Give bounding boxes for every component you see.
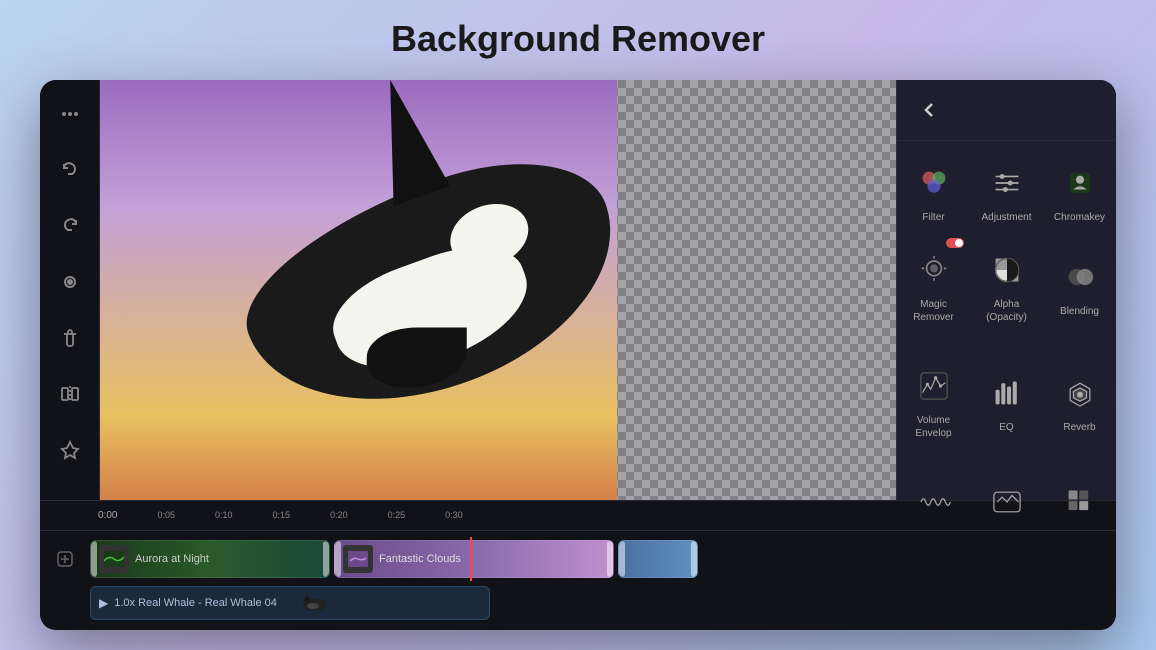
chromakey-icon	[1058, 161, 1102, 205]
eq-label: EQ	[999, 421, 1013, 434]
panel-item-magic-remover[interactable]: MagicRemover	[897, 236, 970, 336]
panel-grid: Filter Adjustment	[897, 141, 1116, 344]
panel-item-eq[interactable]: EQ	[970, 352, 1043, 452]
play-icon: ▶	[99, 596, 108, 610]
filter-label: Filter	[922, 211, 944, 224]
volume-envelop-icon	[912, 364, 956, 408]
panel-item-chromakey[interactable]: Chromakey	[1043, 149, 1116, 236]
audio-clip-whale[interactable]: ▶ 1.0x Real Whale - Real Whale 04	[90, 586, 490, 620]
audio-label: 1.0x Real Whale - Real Whale 04	[114, 597, 277, 609]
clip-handle-left-third[interactable]	[619, 541, 625, 577]
clip-handle-right-fantastic[interactable]	[607, 541, 613, 577]
audio-track-row: ▶ 1.0x Real Whale - Real Whale 04	[40, 583, 1116, 623]
blending-icon	[1058, 255, 1102, 299]
timecode: 0:00	[98, 510, 117, 521]
video-track-row: 0:16:789 Aurora at Night	[40, 537, 1116, 581]
chromakey-label: Chromakey	[1054, 211, 1105, 224]
clip-thumbnail-fantastic	[343, 545, 373, 573]
clip-third[interactable]	[618, 540, 698, 578]
aurora-label: Aurora at Night	[135, 553, 209, 565]
timecode-5: 0:20	[330, 510, 348, 521]
video-clips: 0:16:789 Aurora at Night	[90, 537, 1116, 581]
panel-header	[897, 80, 1116, 141]
canvas-area	[100, 80, 896, 500]
volume-label: VolumeEnvelop	[915, 414, 951, 440]
clip-thumbnail	[99, 545, 129, 573]
keyframe-icon[interactable]	[52, 264, 88, 300]
magic-remover-toggle[interactable]	[946, 238, 964, 248]
split-icon[interactable]	[52, 376, 88, 412]
panel-item-filter[interactable]: Filter	[897, 149, 970, 236]
back-button[interactable]	[913, 94, 945, 126]
page-title: Background Remover	[391, 18, 765, 60]
magic-remover-label: MagicRemover	[913, 298, 954, 324]
reverb-icon	[1058, 371, 1102, 415]
timecode-2: 0:05	[157, 510, 175, 521]
whale-thumbnail	[285, 591, 335, 615]
delete-icon[interactable]	[52, 320, 88, 356]
panel-grid-2: VolumeEnvelop EQ	[897, 344, 1116, 460]
clip-handle-left-fantastic[interactable]	[335, 541, 341, 577]
adjustment-icon	[985, 161, 1029, 205]
clip-fantastic[interactable]: Fantastic Clouds	[334, 540, 614, 578]
panel-item-alpha[interactable]: Alpha(Opacity)	[970, 236, 1043, 336]
reverb-label: Reverb	[1063, 421, 1095, 434]
timecode-3: 0:10	[215, 510, 233, 521]
redo-icon[interactable]	[52, 208, 88, 244]
clip-handle-left[interactable]	[91, 541, 97, 577]
fantastic-label: Fantastic Clouds	[379, 553, 461, 565]
panel-item-blending[interactable]: Blending	[1043, 236, 1116, 336]
clip-handle-right-aurora[interactable]	[323, 541, 329, 577]
timeline-header: 0:00 0:05 0:10 0:15 0:20 0:25 0:30	[40, 501, 1116, 531]
timeline-area: 0:00 0:05 0:10 0:15 0:20 0:25 0:30	[40, 500, 1116, 630]
left-sidebar	[40, 80, 100, 500]
alpha-label: Alpha(Opacity)	[986, 298, 1027, 324]
panel-item-adjustment[interactable]: Adjustment	[970, 149, 1043, 236]
undo-icon[interactable]	[52, 152, 88, 188]
pin-icon[interactable]	[52, 432, 88, 468]
timecode-6: 0:25	[388, 510, 406, 521]
clip-aurora[interactable]: Aurora at Night	[90, 540, 330, 578]
filter-icon	[912, 161, 956, 205]
adjustment-label: Adjustment	[981, 211, 1031, 224]
track-add-btn[interactable]	[40, 549, 90, 569]
panel-item-volume[interactable]: VolumeEnvelop	[897, 352, 970, 452]
right-panel: Filter Adjustment	[896, 80, 1116, 500]
top-area: Filter Adjustment	[40, 80, 1116, 500]
more-options-icon[interactable]	[52, 96, 88, 132]
magic-remover-icon	[912, 248, 956, 292]
timeline-tracks: 0:16:789 Aurora at Night	[40, 531, 1116, 630]
panel-item-reverb[interactable]: Reverb	[1043, 352, 1116, 452]
app-container: Filter Adjustment	[40, 80, 1116, 630]
timecode-7: 0:30	[445, 510, 463, 521]
playhead[interactable]: 0:16:789	[470, 537, 472, 581]
blending-label: Blending	[1060, 305, 1099, 318]
eq-icon	[985, 371, 1029, 415]
timecode-4: 0:15	[273, 510, 291, 521]
alpha-icon	[985, 248, 1029, 292]
clip-handle-right-third[interactable]	[691, 541, 697, 577]
